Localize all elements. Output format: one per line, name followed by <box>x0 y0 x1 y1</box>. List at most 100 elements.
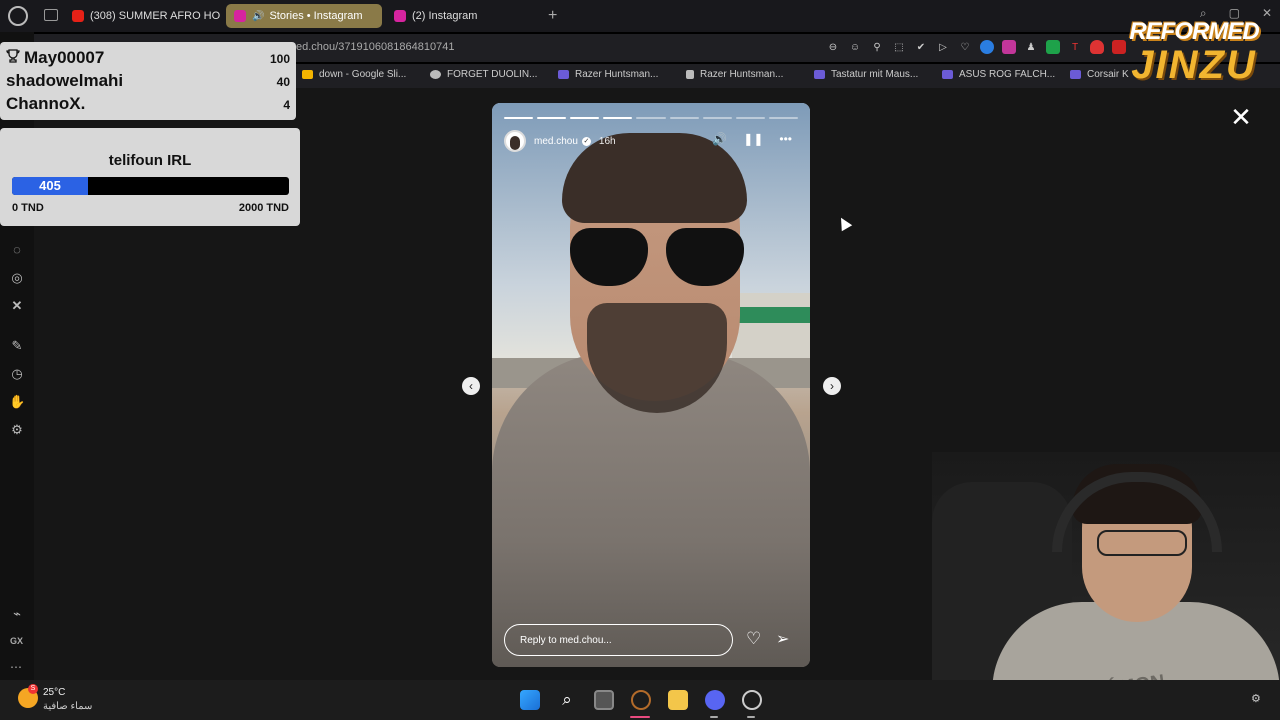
bookmark-label: FORGET DUOLIN... <box>447 69 538 80</box>
story-progress <box>504 117 798 119</box>
app-indicator <box>747 716 755 718</box>
emoji-icon[interactable]: ☺ <box>848 40 862 54</box>
new-tab-button[interactable]: + <box>548 7 557 25</box>
tab-instagram[interactable]: (2) Instagram <box>386 4 526 28</box>
bookmark-item[interactable]: Razer Huntsman... <box>686 69 783 80</box>
bookmark-item[interactable]: FORGET DUOLIN... <box>430 69 537 80</box>
extension-tp-icon[interactable]: T <box>1068 40 1082 54</box>
flow-icon[interactable]: ⌁ <box>9 606 25 622</box>
reply-input[interactable] <box>504 624 733 656</box>
messenger-icon[interactable]: ◌ <box>9 242 25 258</box>
bookmark-label: Razer Huntsman... <box>700 69 784 80</box>
extension-blue-icon[interactable] <box>980 40 994 54</box>
story-progress-segment <box>669 117 699 119</box>
like-heart-icon[interactable]: ♡ <box>746 629 766 649</box>
tab-youtube[interactable]: (308) SUMMER AFRO HO <box>64 4 220 28</box>
leaderboard-score: 100 <box>269 52 290 66</box>
windows-start-icon[interactable] <box>520 690 540 710</box>
avatar[interactable] <box>504 130 526 152</box>
leaderboard-row: May00007 100 <box>6 48 290 68</box>
shield-check-icon[interactable]: ✔ <box>914 40 928 54</box>
more-icon[interactable]: ⋯ <box>10 660 22 674</box>
youtube-icon <box>72 10 84 22</box>
previous-story-icon[interactable]: ‹ <box>462 377 480 395</box>
bookmark-label: ASUS ROG FALCH... <box>959 69 1056 80</box>
settings-icon[interactable]: ⚙ <box>9 422 25 438</box>
more-options-icon[interactable]: ••• <box>779 132 792 146</box>
instagram-icon[interactable]: ◎ <box>9 270 25 286</box>
gx-label[interactable]: GX <box>10 636 23 646</box>
speaker-icon[interactable]: 🔊 <box>252 11 264 22</box>
heart-icon[interactable]: ♡ <box>958 40 972 54</box>
trophy-icon <box>6 49 20 63</box>
donation-progress-bar: 405 <box>12 177 289 195</box>
volume-icon[interactable]: 🔊 <box>712 132 727 146</box>
bookmark-label: down - Google Sli... <box>319 69 407 80</box>
search-icon[interactable]: ⌕ <box>557 690 577 710</box>
weather-description[interactable]: سماء صافية <box>43 701 92 712</box>
file-explorer-icon[interactable] <box>668 690 688 710</box>
tab-bar: (308) SUMMER AFRO HO 🔊 Stories • Instagr… <box>0 0 1280 32</box>
streamer-logo: REFORMED JINZU <box>1120 18 1268 88</box>
extension-u-icon[interactable] <box>1002 40 1016 54</box>
instagram-icon <box>234 10 246 22</box>
extensions-icon[interactable]: ✋ <box>9 394 25 410</box>
verified-badge-icon: ✓ <box>581 136 591 146</box>
tab-instagram-stories[interactable]: 🔊 Stories • Instagram <box>226 4 382 28</box>
next-story-icon[interactable]: › <box>823 377 841 395</box>
extensions-toolbar: ⊖ ☺ ⚲ ⬚ ✔ ▷ ♡ ♟ T <box>826 40 1126 54</box>
leaderboard-score: 4 <box>283 98 290 112</box>
amazon-icon <box>942 70 953 79</box>
story-username[interactable]: med.chou <box>534 136 578 147</box>
leaderboard-name: ChannoX. <box>6 94 86 113</box>
system-tray-icon[interactable]: ⚙ <box>1251 692 1263 705</box>
active-app-indicator <box>630 716 650 718</box>
bookmark-item[interactable]: down - Google Sli... <box>302 69 406 80</box>
send-icon[interactable]: ➢ <box>776 629 796 649</box>
story-progress-segment <box>570 117 600 119</box>
tab-title: (308) SUMMER AFRO HO <box>90 10 220 22</box>
zoom-out-icon[interactable]: ⊖ <box>826 40 840 54</box>
opera-logo-icon[interactable] <box>8 6 28 26</box>
story-progress-segment <box>504 117 534 119</box>
close-story-icon[interactable]: ✕ <box>1228 104 1254 130</box>
leaderboard-row: shadowelmahi 40 <box>6 71 290 91</box>
donation-goal-widget: telifoun IRL 405 0 TND 2000 TND <box>0 128 300 226</box>
opera-gx-icon[interactable] <box>631 690 651 710</box>
url-field[interactable]: ed.chou/3719106081864810741 <box>296 41 454 53</box>
bookmark-item[interactable]: Razer Huntsman... <box>558 69 658 80</box>
donation-min-label: 0 TND <box>12 202 44 214</box>
weather-badge: S <box>28 684 38 694</box>
play-icon[interactable]: ▷ <box>936 40 950 54</box>
extension-shield-icon[interactable] <box>1090 40 1104 54</box>
donation-current-value: 405 <box>39 178 61 193</box>
bookmark-item[interactable]: ASUS ROG FALCH... <box>942 69 1055 80</box>
story-controls: 🔊 ❚❚ ••• <box>712 132 792 146</box>
story-frame[interactable]: med.chou ✓ 16h 🔊 ❚❚ ••• ♡ ➢ <box>492 103 810 667</box>
clock-icon[interactable]: ◷ <box>9 366 25 382</box>
tab-title: Stories • Instagram <box>269 10 363 22</box>
obs-icon[interactable] <box>742 690 762 710</box>
logo-text-top: REFORMED <box>1129 18 1259 45</box>
weather-temperature[interactable]: 25°C <box>43 687 65 698</box>
donation-goal-title: telifoun IRL <box>108 152 192 169</box>
stream-leaderboard: May00007 100 shadowelmahi 40 ChannoX. 4 <box>0 42 296 120</box>
x-icon[interactable]: ✕ <box>9 298 25 314</box>
story-progress-segment <box>735 117 765 119</box>
amazon-icon <box>1070 70 1081 79</box>
extension-green-icon[interactable] <box>1046 40 1060 54</box>
discord-icon[interactable] <box>705 690 725 710</box>
extension-puzzle-icon[interactable]: ♟ <box>1024 40 1038 54</box>
pause-icon[interactable]: ❚❚ <box>743 132 763 146</box>
task-view-icon[interactable] <box>594 690 614 710</box>
windows-taskbar: S 25°C سماء صافية ⌕ ⚙ <box>0 680 1280 720</box>
pin-icon[interactable]: ⚲ <box>870 40 884 54</box>
bookmark-item[interactable]: Tastatur mit Maus... <box>814 69 918 80</box>
paintbrush-icon[interactable]: ✎ <box>9 338 25 354</box>
screenshot-icon[interactable]: ⬚ <box>892 40 906 54</box>
screen: (308) SUMMER AFRO HO 🔊 Stories • Instagr… <box>0 0 1280 720</box>
tab-islands-icon[interactable] <box>44 9 58 21</box>
bookmark-label: Tastatur mit Maus... <box>831 69 919 80</box>
story-progress-segment <box>603 117 633 119</box>
tab-title: (2) Instagram <box>412 10 478 22</box>
